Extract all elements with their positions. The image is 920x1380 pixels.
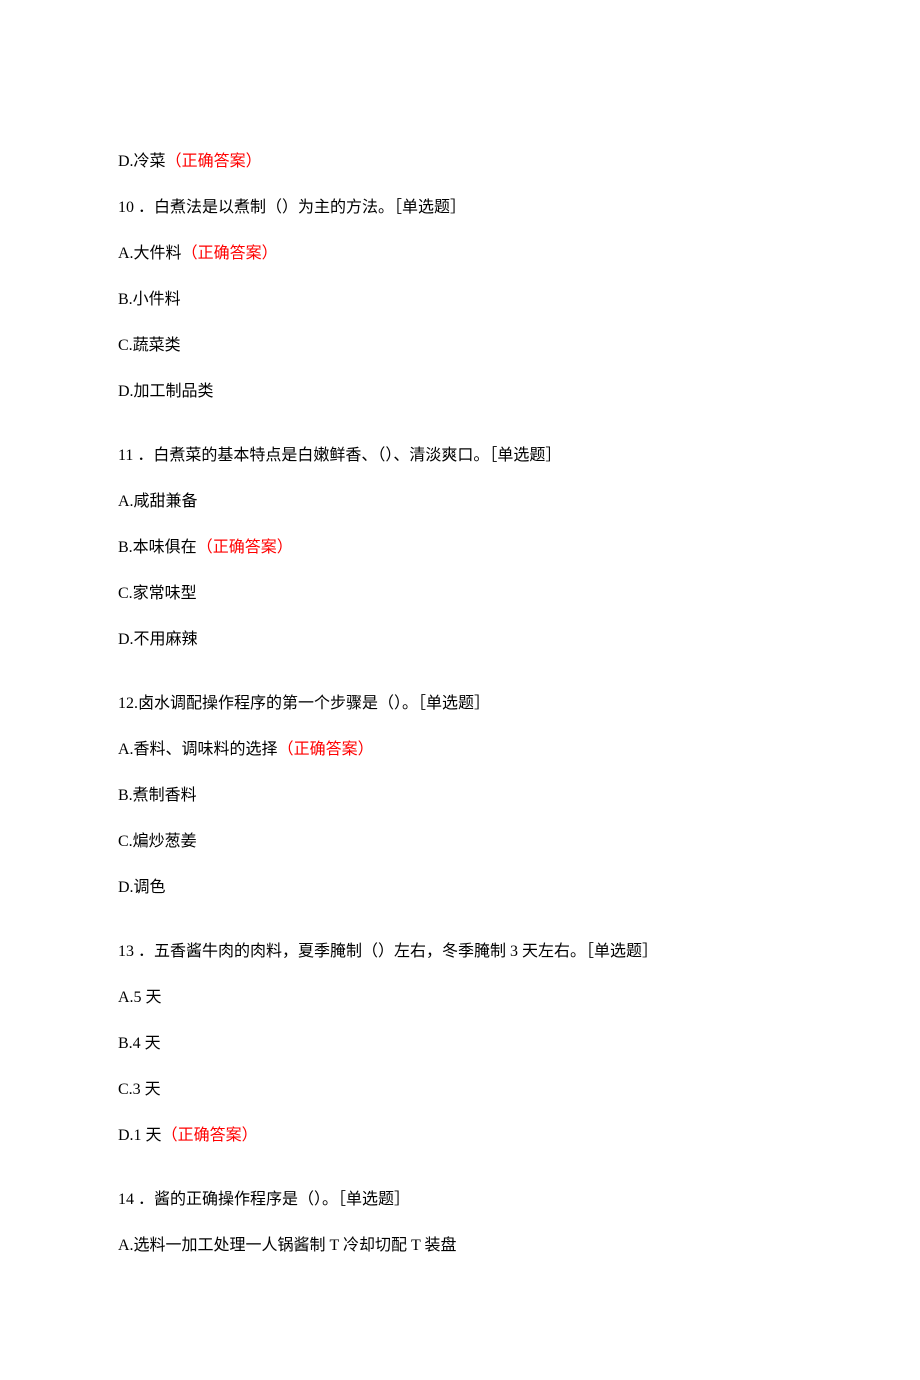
q11-option-a: A.咸甜兼备 [118,490,802,514]
q9-option-d: D.冷菜（正确答案） [118,150,802,174]
q11-option-b: B.本味俱在（正确答案） [118,536,802,560]
correct-answer-label: （正确答案） [197,539,293,556]
correct-answer-label: （正确答案） [162,1127,258,1144]
spacer [118,1170,802,1188]
option-text: D.冷菜 [118,153,166,170]
q10-option-d: D.加工制品类 [118,380,802,404]
q10-stem: 10 ．白煮法是以煮制（）为主的方法。［单选题］ [118,196,802,220]
q14-stem: 14 ．酱的正确操作程序是（）。［单选题］ [118,1188,802,1212]
q12-option-d: D.调色 [118,876,802,900]
correct-answer-label: （正确答案） [278,741,374,758]
option-text: A.香料、调味料的选择 [118,741,278,758]
q11-option-d: D.不用麻辣 [118,628,802,652]
correct-answer-label: （正确答案） [166,153,262,170]
q10-option-a: A.大件料（正确答案） [118,242,802,266]
q12-stem: 12.卤水调配操作程序的第一个步骤是（）。［单选题］ [118,692,802,716]
q10-option-c: C.蔬菜类 [118,334,802,358]
q13-stem: 13 ．五香酱牛肉的肉料，夏季腌制（）左右，冬季腌制 3 天左右。［单选题］ [118,940,802,964]
spacer [118,426,802,444]
q13-option-d: D.1 天（正确答案） [118,1124,802,1148]
spacer [118,922,802,940]
q13-option-b: B.4 天 [118,1032,802,1056]
spacer [118,674,802,692]
q12-option-a: A.香料、调味料的选择（正确答案） [118,738,802,762]
q13-option-a: A.5 天 [118,986,802,1010]
q11-stem: 11 ．白煮菜的基本特点是白嫩鲜香、（）、清淡爽口。［单选题］ [118,444,802,468]
q13-option-c: C.3 天 [118,1078,802,1102]
q14-option-a: A.选料一加工处理一人锅酱制 T 冷却切配 T 装盘 [118,1234,802,1258]
q11-option-c: C.家常味型 [118,582,802,606]
q10-option-b: B.小件料 [118,288,802,312]
q12-option-b: B.煮制香料 [118,784,802,808]
document-page: D.冷菜（正确答案） 10 ．白煮法是以煮制（）为主的方法。［单选题］ A.大件… [0,0,920,1380]
q12-option-c: C.煸炒葱姜 [118,830,802,854]
option-text: A.大件料 [118,245,182,262]
correct-answer-label: （正确答案） [182,245,278,262]
option-text: B.本味俱在 [118,539,197,556]
option-text: D.1 天 [118,1127,162,1144]
